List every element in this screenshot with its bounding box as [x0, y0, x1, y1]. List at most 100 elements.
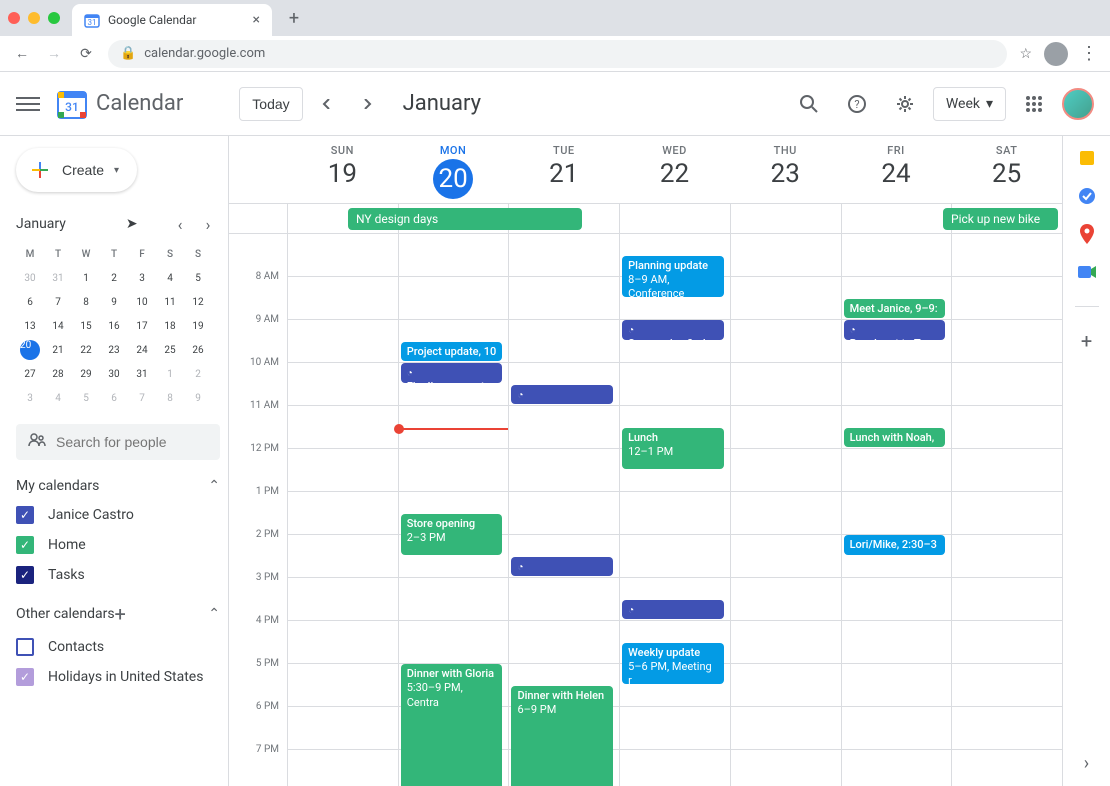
- search-people-input[interactable]: [56, 434, 208, 450]
- calendar-event[interactable]: Lunch12–1 PM: [622, 428, 724, 469]
- calendar-event[interactable]: Lunch with Noah,: [844, 428, 946, 448]
- browser-menu-icon[interactable]: ⋮: [1080, 43, 1098, 64]
- settings-button[interactable]: [885, 84, 925, 124]
- mini-day[interactable]: 29: [72, 362, 100, 386]
- checkbox[interactable]: ✓: [16, 506, 34, 524]
- search-button[interactable]: [789, 84, 829, 124]
- day-header[interactable]: WED22: [619, 136, 730, 203]
- day-header[interactable]: TUE21: [508, 136, 619, 203]
- mini-day[interactable]: 17: [128, 314, 156, 338]
- allday-cell[interactable]: [619, 204, 730, 233]
- google-apps-button[interactable]: [1014, 84, 1054, 124]
- calendar-event[interactable]: Store opening2–3 PM: [401, 514, 503, 555]
- calendar-event[interactable]: Meet Janice, 9–9:: [844, 299, 946, 319]
- mini-day[interactable]: 28: [44, 362, 72, 386]
- calendar-event[interactable]: Dinner with Helen6–9 PM: [511, 686, 613, 786]
- next-period-button[interactable]: [351, 88, 383, 120]
- mini-day[interactable]: 4: [156, 266, 184, 290]
- my-calendars-toggle[interactable]: My calendars ⌃: [16, 478, 220, 494]
- mini-day[interactable]: 31: [44, 266, 72, 290]
- calendar-event[interactable]: Summarize find: [622, 320, 724, 340]
- add-addon-button[interactable]: +: [1077, 331, 1097, 351]
- mini-day[interactable]: 3: [128, 266, 156, 290]
- today-button[interactable]: Today: [239, 87, 302, 121]
- prev-period-button[interactable]: [311, 88, 343, 120]
- day-column[interactable]: [951, 234, 1062, 786]
- calendar-item[interactable]: ✓Home: [16, 536, 220, 554]
- url-input[interactable]: 🔒 calendar.google.com: [108, 40, 1007, 68]
- mini-day[interactable]: 11: [156, 290, 184, 314]
- add-calendar-button[interactable]: +: [115, 602, 126, 626]
- calendar-item[interactable]: ✓Janice Castro: [16, 506, 220, 524]
- mini-prev-month[interactable]: ‹: [168, 212, 192, 236]
- keep-icon[interactable]: [1077, 148, 1097, 168]
- calendar-event[interactable]: Planning update8–9 AM, Conference: [622, 256, 724, 297]
- maps-icon[interactable]: [1077, 224, 1097, 244]
- calendar-item[interactable]: Contacts: [16, 638, 220, 656]
- mini-day[interactable]: 13: [16, 314, 44, 338]
- mini-day[interactable]: 5: [72, 386, 100, 410]
- bookmark-icon[interactable]: ☆: [1019, 46, 1032, 62]
- mini-day[interactable]: 1: [156, 362, 184, 386]
- allday-cell[interactable]: [730, 204, 841, 233]
- mini-day[interactable]: 8: [72, 290, 100, 314]
- day-header[interactable]: SUN19: [287, 136, 398, 203]
- close-window-icon[interactable]: [8, 12, 20, 24]
- mini-day[interactable]: 1: [72, 266, 100, 290]
- mini-day[interactable]: 20: [16, 338, 44, 362]
- mini-day[interactable]: 23: [100, 338, 128, 362]
- forward-icon[interactable]: →: [44, 45, 64, 62]
- calendar-event[interactable]: Prepare present: [622, 600, 724, 620]
- mini-day[interactable]: 21: [44, 338, 72, 362]
- day-column[interactable]: [730, 234, 841, 786]
- mini-day[interactable]: 12: [184, 290, 212, 314]
- mini-day[interactable]: 16: [100, 314, 128, 338]
- tasks-icon[interactable]: [1077, 186, 1097, 206]
- mini-next-month[interactable]: ›: [196, 212, 220, 236]
- mini-day[interactable]: 24: [128, 338, 156, 362]
- checkbox[interactable]: ✓: [16, 668, 34, 686]
- mini-day[interactable]: 6: [16, 290, 44, 314]
- mini-day[interactable]: 5: [184, 266, 212, 290]
- calendar-item[interactable]: ✓Tasks: [16, 566, 220, 584]
- mini-day[interactable]: 30: [100, 362, 128, 386]
- minimize-window-icon[interactable]: [28, 12, 40, 24]
- meet-icon[interactable]: [1077, 262, 1097, 282]
- mini-day[interactable]: 7: [44, 290, 72, 314]
- view-switcher[interactable]: Week ▾: [933, 87, 1006, 121]
- mini-day[interactable]: 3: [16, 386, 44, 410]
- checkbox[interactable]: ✓: [16, 536, 34, 554]
- allday-event[interactable]: Pick up new bike: [943, 208, 1058, 230]
- calendar-grid[interactable]: 8 AM9 AM10 AM11 AM12 PM1 PM2 PM3 PM4 PM5…: [229, 234, 1062, 786]
- day-column[interactable]: Prepare worksh Update slide de Dinner with…: [508, 234, 619, 786]
- allday-cell[interactable]: [841, 204, 952, 233]
- day-header[interactable]: MON20: [398, 136, 509, 203]
- reload-icon[interactable]: ⟳: [76, 46, 96, 62]
- mini-day[interactable]: 9: [184, 386, 212, 410]
- calendar-event[interactable]: Prepare worksh: [511, 385, 613, 405]
- mini-day[interactable]: 10: [128, 290, 156, 314]
- calendar-event[interactable]: Dinner with Gloria5:30–9 PM, Centra: [401, 664, 503, 786]
- day-column[interactable]: Planning update8–9 AM, Conference Summari…: [619, 234, 730, 786]
- mini-day[interactable]: 30: [16, 266, 44, 290]
- mini-day[interactable]: 27: [16, 362, 44, 386]
- app-logo[interactable]: 31 Calendar: [56, 88, 183, 120]
- mini-day[interactable]: 7: [128, 386, 156, 410]
- close-tab-icon[interactable]: ×: [253, 12, 260, 28]
- mini-day[interactable]: 8: [156, 386, 184, 410]
- mini-day[interactable]: 15: [72, 314, 100, 338]
- calendar-event[interactable]: Update slide de: [511, 557, 613, 577]
- browser-profile-icon[interactable]: [1044, 42, 1068, 66]
- mini-day[interactable]: 31: [128, 362, 156, 386]
- day-column[interactable]: Meet Janice, 9–9:Reach out to ToLunch wi…: [841, 234, 952, 786]
- mini-day[interactable]: 2: [184, 362, 212, 386]
- search-people-box[interactable]: [16, 424, 220, 460]
- mini-day[interactable]: 6: [100, 386, 128, 410]
- mini-day[interactable]: 19: [184, 314, 212, 338]
- calendar-event[interactable]: Lori/Mike, 2:30–3: [844, 535, 946, 555]
- day-header[interactable]: SAT25: [951, 136, 1062, 203]
- day-column[interactable]: [287, 234, 398, 786]
- mini-day[interactable]: 14: [44, 314, 72, 338]
- browser-tab[interactable]: 31 Google Calendar ×: [72, 4, 272, 36]
- calendar-event[interactable]: Finalize present: [401, 363, 503, 383]
